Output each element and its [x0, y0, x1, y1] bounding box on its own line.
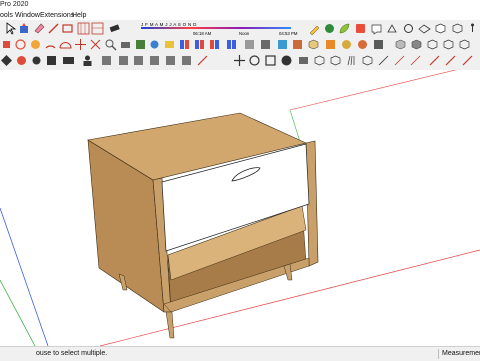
title-bar: Pro 2020	[0, 0, 480, 10]
perspective-icon[interactable]	[442, 38, 455, 51]
follow-me-icon[interactable]	[15, 54, 28, 67]
refresh-icon[interactable]	[402, 22, 415, 35]
toolbar-row-1: J F M A M J J A S O N D 06:18 AM Noon 04…	[0, 21, 480, 37]
dimension-icon[interactable]	[377, 54, 390, 67]
materials-icon[interactable]	[225, 38, 238, 51]
eraser-tool-icon[interactable]	[108, 22, 121, 35]
zoom-icon[interactable]	[104, 38, 117, 51]
front-icon[interactable]	[340, 38, 353, 51]
texture-icon[interactable]	[361, 54, 374, 67]
pan-icon[interactable]	[89, 38, 102, 51]
split-icon[interactable]	[164, 54, 177, 67]
red-axis-back	[289, 63, 480, 111]
toolbar-area: J F M A M J J A S O N D 06:18 AM Noon 04…	[0, 20, 480, 70]
user-icon[interactable]	[81, 54, 94, 67]
drawing-icon[interactable]	[428, 54, 441, 67]
status-bar: ouse to select multiple. Measurements	[0, 346, 480, 361]
gear-icon[interactable]	[30, 54, 43, 67]
rotate-tool-icon[interactable]	[248, 54, 261, 67]
warehouse-share-icon[interactable]	[370, 22, 383, 35]
paint-bucket-icon[interactable]	[18, 22, 31, 35]
shadow-timeline[interactable]	[141, 27, 291, 29]
trace-icon[interactable]	[386, 22, 399, 35]
back-icon[interactable]	[372, 38, 385, 51]
leg-front-left	[165, 311, 175, 339]
left-icon[interactable]	[394, 38, 407, 51]
offset-icon[interactable]	[393, 54, 406, 67]
mail-icon[interactable]	[62, 54, 75, 67]
protractor-icon[interactable]	[59, 38, 72, 51]
shadow-settings[interactable]: J F M A M J J A S O N D 06:18 AM Noon 04…	[121, 22, 298, 37]
toolbar-row-3	[0, 53, 480, 69]
orbit-cam-icon[interactable]	[329, 54, 342, 67]
shadow-time-end: 04:53 PM	[279, 31, 298, 36]
subtract-icon[interactable]	[132, 54, 145, 67]
section-plane-icon[interactable]	[313, 54, 326, 67]
trim-icon[interactable]	[148, 54, 161, 67]
entity-icon[interactable]	[243, 38, 256, 51]
green-axis	[0, 279, 36, 347]
section-icon[interactable]	[134, 38, 147, 51]
photo-icon[interactable]	[297, 54, 310, 67]
shadow-time-noon: Noon	[239, 31, 250, 36]
pencil-icon[interactable]	[308, 22, 321, 35]
walkthrough-icon[interactable]	[466, 22, 479, 35]
right-icon[interactable]	[356, 38, 369, 51]
outer-shell-icon[interactable]	[45, 54, 58, 67]
warehouse-grid-icon[interactable]	[91, 22, 104, 35]
two-point-icon[interactable]	[458, 38, 471, 51]
axes-icon[interactable]	[291, 38, 304, 51]
move-icon[interactable]	[233, 54, 246, 67]
sandbox-icon[interactable]	[323, 22, 336, 35]
top-icon[interactable]	[324, 38, 337, 51]
components-icon[interactable]	[208, 38, 221, 51]
views-icon[interactable]	[276, 38, 289, 51]
solid-tools-icon[interactable]	[117, 54, 130, 67]
status-hint: ouse to select multiple.	[36, 350, 108, 357]
camera-icon[interactable]	[119, 38, 132, 51]
status-separator	[438, 349, 439, 359]
axes-toggle-icon[interactable]	[409, 54, 422, 67]
layers-icon[interactable]	[148, 38, 161, 51]
dimension-grid-icon[interactable]	[77, 22, 90, 35]
tape-icon[interactable]	[418, 22, 431, 35]
cube-icon[interactable]	[434, 22, 447, 35]
window-title: Pro 2020	[0, 1, 29, 8]
bottom-icon[interactable]	[410, 38, 423, 51]
select-icon[interactable]	[4, 22, 17, 35]
parallel-icon[interactable]	[426, 38, 439, 51]
line-icon[interactable]	[47, 22, 60, 35]
fur-icon[interactable]	[345, 54, 358, 67]
modeling-viewport[interactable]	[0, 63, 480, 347]
orbit-icon[interactable]	[29, 38, 42, 51]
push-pull-icon[interactable]	[0, 38, 13, 51]
cube-outline-icon[interactable]	[451, 22, 464, 35]
add-scene-icon[interactable]	[180, 54, 193, 67]
rectangle-icon[interactable]	[61, 22, 74, 35]
edge-icon[interactable]	[444, 54, 457, 67]
extension-icon[interactable]	[354, 22, 367, 35]
scale-box-icon[interactable]	[264, 54, 277, 67]
paint-icon[interactable]	[14, 38, 27, 51]
scene-canvas[interactable]	[0, 63, 480, 347]
measurements-label: Measurements	[442, 350, 480, 357]
vertex-icon[interactable]	[461, 54, 474, 67]
ruby-icon[interactable]	[259, 38, 272, 51]
shadow-time-start: 06:18 AM	[193, 31, 212, 36]
leaf-icon[interactable]	[338, 22, 351, 35]
iso-icon[interactable]	[307, 38, 320, 51]
arc-icon[interactable]	[44, 38, 57, 51]
toolbar-row-2	[0, 37, 480, 53]
styles-icon[interactable]	[163, 38, 176, 51]
fog-icon[interactable]	[178, 38, 191, 51]
scale-icon[interactable]	[0, 54, 13, 67]
help-icon[interactable]	[280, 54, 293, 67]
xray-icon[interactable]	[193, 38, 206, 51]
rotate-icon[interactable]	[74, 38, 87, 51]
eraser-icon[interactable]	[33, 22, 46, 35]
intersect-faces-icon[interactable]	[100, 54, 113, 67]
sketch-icon[interactable]	[196, 54, 209, 67]
